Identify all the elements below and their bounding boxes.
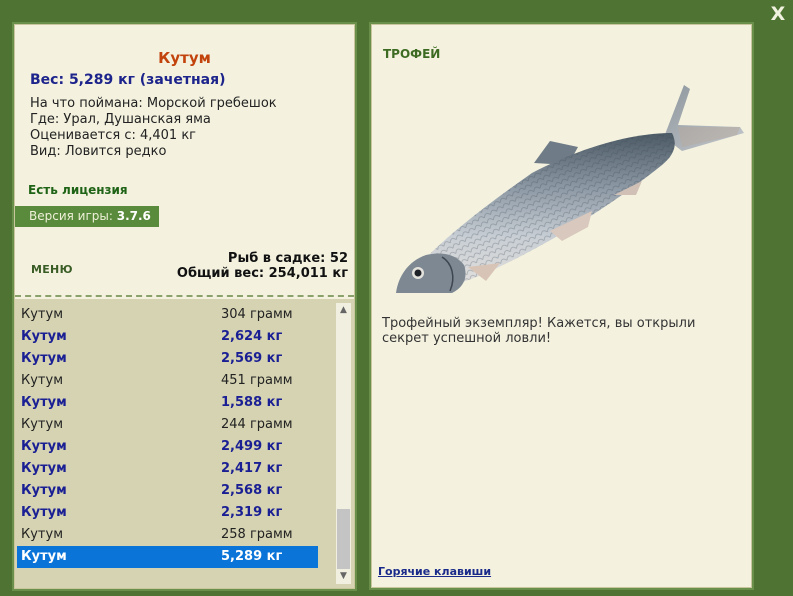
- catch-fish-name: Кутум: [21, 505, 67, 520]
- catch-fish-weight: 1,588 кг: [221, 395, 283, 410]
- catch-list-item[interactable]: Кутум 2,417 кг: [17, 458, 318, 480]
- divider: [15, 295, 354, 297]
- catch-fish-weight: 258 грамм: [221, 527, 293, 542]
- catch-fish-name: Кутум: [21, 395, 67, 410]
- fish-name: Кутум: [158, 49, 211, 67]
- catch-fish-name: Кутум: [21, 417, 63, 432]
- close-button[interactable]: X: [768, 4, 788, 24]
- catch-list-item[interactable]: Кутум 2,624 кг: [17, 326, 318, 348]
- version-value: 3.7.6: [116, 209, 151, 223]
- catch-fish-weight: 304 грамм: [221, 307, 293, 322]
- catch-list-item[interactable]: Кутум 1,588 кг: [17, 392, 318, 414]
- catch-fish-name: Кутум: [21, 439, 67, 454]
- catch-fish-name: Кутум: [21, 549, 67, 564]
- fish-count: Рыб в садке: 52: [227, 251, 348, 266]
- scroll-down-icon[interactable]: ▼: [336, 569, 351, 584]
- keepnet-stats: Рыб в садке: 52 Общий вес: 254,011 кг: [177, 251, 348, 281]
- catch-list-item[interactable]: Кутум 5,289 кг: [17, 546, 318, 568]
- hotkeys-link[interactable]: Горячие клавиши: [378, 565, 491, 578]
- rated-from-info: Оценивается с: 4,401 кг: [30, 128, 197, 143]
- catch-list-item[interactable]: Кутум 304 грамм: [17, 304, 318, 326]
- catch-fish-weight: 2,568 кг: [221, 483, 283, 498]
- catch-fish-weight: 451 грамм: [221, 373, 293, 388]
- version-label: Версия игры:: [29, 209, 117, 223]
- trophy-panel: ТРОФЕЙ Трофейный экземпляр! Кажется, вы …: [371, 24, 752, 588]
- catch-list-item[interactable]: Кутум 2,499 кг: [17, 436, 318, 458]
- menu-button[interactable]: МЕНЮ: [31, 263, 73, 276]
- catch-fish-weight: 2,417 кг: [221, 461, 283, 476]
- scrollbar[interactable]: ▲ ▼: [336, 303, 351, 584]
- scroll-thumb[interactable]: [337, 509, 350, 569]
- catch-list-item[interactable]: Кутум 258 грамм: [17, 524, 318, 546]
- catch-fish-weight: 2,624 кг: [221, 329, 283, 344]
- total-weight: Общий вес: 254,011 кг: [176, 266, 348, 281]
- catch-fish-name: Кутум: [21, 351, 67, 366]
- catch-list-item[interactable]: Кутум 244 грамм: [17, 414, 318, 436]
- catch-list-item[interactable]: Кутум 451 грамм: [17, 370, 318, 392]
- catch-fish-weight: 5,289 кг: [221, 549, 283, 564]
- catch-list-item[interactable]: Кутум 2,569 кг: [17, 348, 318, 370]
- catch-list-item[interactable]: Кутум 2,568 кг: [17, 480, 318, 502]
- location-info: Где: Урал, Душанская яма: [30, 112, 211, 127]
- trophy-message: Трофейный экземпляр! Кажется, вы открыли…: [382, 316, 696, 346]
- catch-fish-weight: 2,319 кг: [221, 505, 283, 520]
- catch-fish-name: Кутум: [21, 483, 67, 498]
- catch-fish-name: Кутум: [21, 461, 67, 476]
- game-version: Версия игры: 3.7.6: [15, 206, 159, 227]
- license-status: Есть лицензия: [28, 183, 128, 197]
- catch-fish-name: Кутум: [21, 527, 63, 542]
- catch-fish-name: Кутум: [21, 329, 67, 344]
- catch-fish-name: Кутум: [21, 307, 63, 322]
- species-info: Вид: Ловится редко: [30, 144, 167, 159]
- fish-weight: Вес: 5,289 кг (зачетная): [30, 72, 226, 88]
- catch-fish-weight: 2,499 кг: [221, 439, 283, 454]
- catch-info-panel: Кутум Вес: 5,289 кг (зачетная) На что по…: [14, 24, 355, 589]
- scroll-up-icon[interactable]: ▲: [336, 303, 351, 318]
- catch-fish-weight: 244 грамм: [221, 417, 293, 432]
- catch-list-item[interactable]: Кутум 2,319 кг: [17, 502, 318, 524]
- bait-info: На что поймана: Морской гребешок: [30, 96, 277, 111]
- catch-fish-name: Кутум: [21, 373, 63, 388]
- catch-fish-weight: 2,569 кг: [221, 351, 283, 366]
- catch-list: Кутум 304 грамм Кутум 2,624 кг Кутум 2,569 кг…: [15, 299, 354, 588]
- fish-image: [396, 85, 744, 293]
